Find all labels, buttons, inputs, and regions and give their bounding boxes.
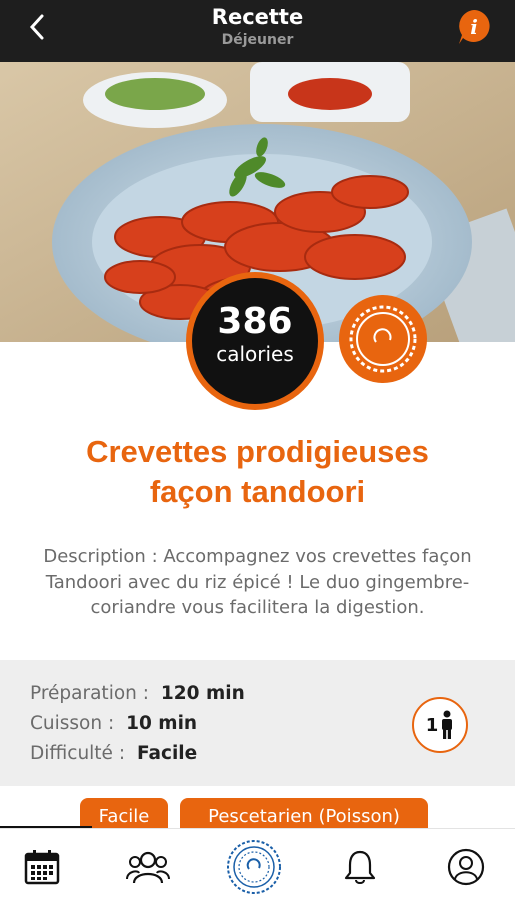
nav-profile[interactable] [436,839,496,895]
person-icon [442,710,453,739]
prep-value: 120 min [160,683,245,704]
timer-button[interactable] [336,292,430,386]
info-icon: i [459,10,490,44]
calendar-icon [24,850,60,885]
cook-value: 10 min [126,713,198,734]
community-icon [126,851,170,884]
svg-text:i: i [470,15,478,39]
servings-count: 1 [425,714,439,736]
nav-community[interactable] [118,839,178,895]
timer-logo-icon [227,840,281,894]
page-subtitle: Déjeuner [221,32,294,48]
calories-value: 386 [217,301,293,342]
info-button[interactable]: i [455,8,493,46]
cook-label: Cuisson : [30,713,115,734]
profile-icon [447,848,485,886]
recipe-title-line2: façon tandoori [149,474,366,509]
cook-row: Cuisson : 10 min [30,713,197,734]
top-bar: Recette Déjeuner i [0,0,515,62]
servings-button[interactable]: 1 [412,697,468,753]
nav-notifications[interactable] [330,839,390,895]
prep-row: Préparation : 120 min [30,683,245,704]
timer-logo-icon [339,295,427,383]
bottom-nav [0,828,515,901]
difficulty-value: Facile [136,743,198,764]
recipe-description: Description : Accompagnez vos crevettes … [43,546,472,618]
page-title: Recette [211,5,304,29]
nav-calendar[interactable] [12,839,72,895]
calories-badge: 386 calories [186,272,324,410]
recipe-title-line1: Crevettes prodigieuses [86,434,429,469]
difficulty-label: Difficulté : [30,743,126,764]
header-titles: Recette Déjeuner [0,4,515,50]
recipe-title: Crevettes prodigieuses façon tandoori [20,432,495,512]
bell-icon [344,850,376,884]
nav-home[interactable] [224,839,284,895]
calories-label: calories [216,342,294,366]
prep-label: Préparation : [30,683,149,704]
difficulty-row: Difficulté : Facile [30,743,197,764]
